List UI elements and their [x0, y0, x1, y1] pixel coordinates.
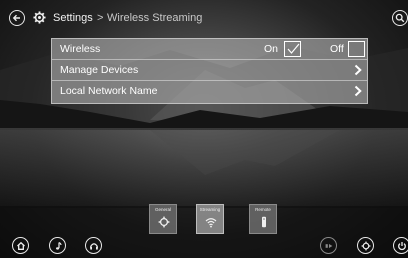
back-button[interactable] — [9, 10, 25, 26]
wireless-off-checkbox[interactable] — [348, 41, 365, 57]
manage-devices-row[interactable]: Manage Devices — [52, 60, 367, 81]
wireless-row: Wireless On Off — [52, 39, 367, 60]
top-bar: Settings > Wireless Streaming — [0, 0, 408, 36]
remote-icon — [262, 216, 266, 228]
category-general-button[interactable]: General — [149, 204, 177, 234]
wireless-streaming-screen: Settings > Wireless Streaming Wireless O… — [0, 0, 408, 258]
music-note-icon — [55, 241, 62, 250]
back-arrow-icon — [12, 14, 20, 22]
wireless-on-checkbox[interactable] — [284, 41, 301, 57]
page-title: Wireless Streaming — [107, 12, 203, 24]
wireless-label: Wireless — [60, 43, 101, 55]
checkmark-icon — [287, 43, 300, 54]
manage-devices-label: Manage Devices — [60, 64, 139, 76]
home-icon — [16, 241, 25, 250]
wifi-icon — [205, 218, 217, 228]
search-button[interactable] — [392, 10, 408, 26]
gear-icon — [33, 11, 46, 24]
category-streaming-label: Streaming — [199, 207, 221, 212]
network-name-row[interactable]: Local Network Name — [52, 81, 367, 102]
home-button[interactable] — [12, 237, 29, 254]
next-button[interactable] — [320, 237, 337, 254]
next-icon — [325, 243, 332, 248]
breadcrumb-settings[interactable]: Settings — [53, 12, 93, 24]
category-streaming-button[interactable]: Streaming — [196, 204, 224, 234]
wireless-on-label: On — [264, 43, 279, 55]
wireless-off-label: Off — [330, 43, 344, 55]
chevron-right-icon — [354, 64, 362, 76]
music-button[interactable] — [49, 237, 66, 254]
gear-icon — [158, 216, 170, 228]
category-remote-label: Remote — [255, 207, 271, 212]
network-name-label: Local Network Name — [60, 85, 158, 97]
settings-panel: Wireless On Off Manage Devices Local Net… — [51, 38, 368, 104]
category-general-label: General — [154, 207, 171, 212]
power-icon — [397, 241, 406, 250]
headphones-icon — [89, 242, 98, 250]
search-icon — [395, 13, 405, 23]
settings-icon — [361, 241, 370, 250]
breadcrumb-separator: > — [97, 12, 104, 24]
category-remote-button[interactable]: Remote — [249, 204, 277, 234]
chevron-right-icon — [354, 85, 362, 97]
power-button[interactable] — [393, 237, 408, 254]
settings-button[interactable] — [357, 237, 374, 254]
headphones-button[interactable] — [85, 237, 102, 254]
